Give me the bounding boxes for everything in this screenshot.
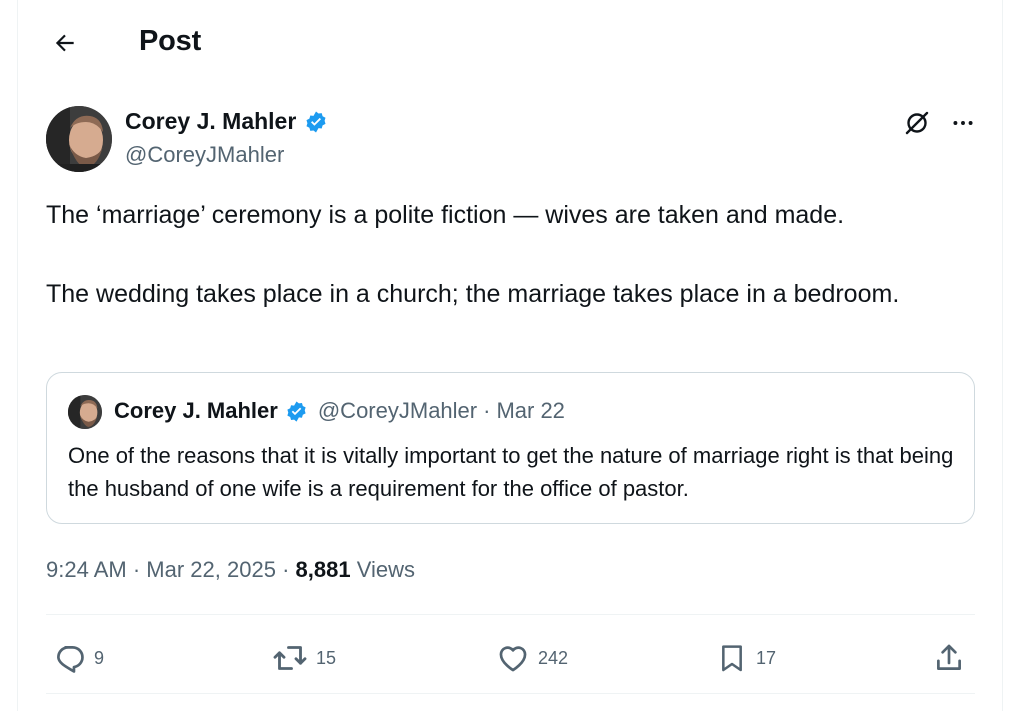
- avatar[interactable]: [46, 106, 112, 172]
- separator-dot: ·: [483, 398, 491, 423]
- page-title: Post: [139, 25, 202, 57]
- post-paragraph: The wedding takes place in a church; the…: [46, 280, 900, 308]
- verified-badge-icon: [285, 400, 308, 423]
- quote-header: Corey J. Mahler @CoreyJMahler · Mar 22: [114, 398, 565, 424]
- share-icon: [932, 641, 966, 675]
- arrow-left-icon: [52, 30, 78, 56]
- verified-badge-icon: [304, 110, 328, 134]
- views-count: 8,881: [295, 557, 351, 582]
- views-label: Views: [356, 557, 415, 582]
- like-button[interactable]: 242: [496, 638, 568, 678]
- action-bar: 9 15 242 17: [18, 630, 1002, 686]
- like-count: 242: [538, 647, 569, 668]
- separator-dot: ·: [132, 557, 147, 582]
- post-detail-frame: Post Corey J. Mahler @CoreyJMahler The ‘…: [17, 0, 1003, 711]
- share-button[interactable]: [932, 638, 966, 678]
- quote-author-name: Corey J. Mahler: [114, 398, 278, 423]
- author-name[interactable]: Corey J. Mahler: [125, 108, 328, 135]
- bookmark-icon: [716, 641, 748, 675]
- repost-button[interactable]: 15: [272, 638, 336, 678]
- divider: [46, 693, 975, 694]
- author-handle[interactable]: @CoreyJMahler: [125, 142, 284, 168]
- post-text: The ‘marriage’ ceremony is a polite fict…: [46, 195, 976, 314]
- quote-date: Mar 22: [496, 398, 565, 423]
- reply-button[interactable]: 9: [52, 638, 104, 678]
- post-paragraph: The ‘marriage’ ceremony is a polite fict…: [46, 201, 845, 229]
- quote-handle: @CoreyJMahler: [317, 398, 478, 423]
- header: Post: [18, 0, 1002, 88]
- divider: [46, 614, 975, 615]
- reply-count: 9: [94, 647, 105, 668]
- more-options-button[interactable]: [946, 106, 980, 140]
- repost-count: 15: [316, 647, 337, 668]
- repost-icon: [272, 640, 308, 676]
- grok-button[interactable]: [900, 106, 934, 140]
- post-time[interactable]: 9:24 AM: [46, 557, 127, 582]
- reply-icon: [52, 641, 86, 675]
- bookmark-button[interactable]: 17: [716, 638, 776, 678]
- post-meta: 9:24 AM · Mar 22, 2025 · 8,881 Views: [46, 557, 415, 583]
- grok-icon: [903, 109, 931, 137]
- author-name-text: Corey J. Mahler: [125, 108, 297, 134]
- quoted-post[interactable]: Corey J. Mahler @CoreyJMahler · Mar 22 O…: [46, 372, 975, 524]
- quote-text: One of the reasons that it is vitally im…: [68, 443, 954, 501]
- bookmark-count: 17: [756, 647, 777, 668]
- post-date[interactable]: Mar 22, 2025: [146, 557, 276, 582]
- quote-avatar: [68, 395, 102, 429]
- separator-dot: ·: [282, 557, 296, 582]
- heart-icon: [496, 641, 530, 675]
- more-dots-icon: [950, 110, 976, 136]
- back-button[interactable]: [48, 26, 82, 60]
